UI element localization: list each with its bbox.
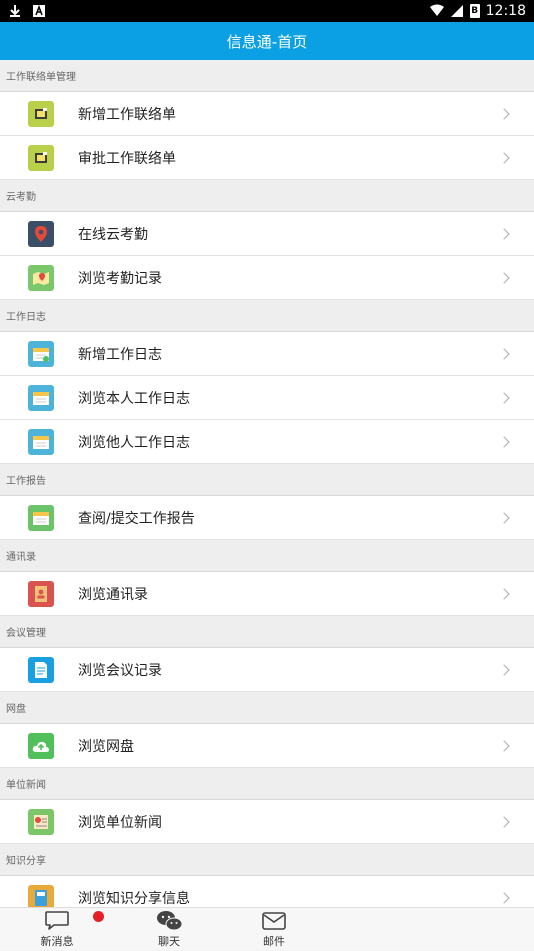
section-header: 知识分享: [0, 844, 534, 876]
section-header: 云考勤: [0, 180, 534, 212]
tab-label: 邮件: [263, 935, 285, 948]
tab-label: 新消息: [40, 935, 74, 948]
menu-item-label: 浏览单位新闻: [78, 814, 162, 831]
contacts-book-icon: [28, 580, 54, 607]
section-header: 工作日志: [0, 300, 534, 332]
wechat-icon: [157, 911, 183, 931]
menu-item[interactable]: 新增工作联络单: [0, 92, 534, 136]
menu-item[interactable]: 浏览本人工作日志: [0, 376, 534, 420]
menu-item[interactable]: 在线云考勤: [0, 212, 534, 256]
chevron-right-icon: [498, 815, 510, 828]
chevron-right-icon: [498, 891, 510, 904]
page-header: 信息通-首页: [0, 22, 534, 60]
chevron-right-icon: [498, 663, 510, 676]
new-message-badge: [93, 911, 104, 922]
page-title: 信息通-首页: [226, 32, 308, 51]
menu-item-label: 浏览会议记录: [78, 662, 162, 679]
menu-list: 工作联络单管理新增工作联络单 审批工作联络单云考勤在线云考勤浏览考勤记录工作日志新…: [0, 60, 534, 907]
menu-item[interactable]: 浏览单位新闻: [0, 800, 534, 844]
section-header: 工作报告: [0, 464, 534, 496]
menu-item[interactable]: 浏览网盘: [0, 724, 534, 768]
menu-item-label: 浏览考勤记录: [78, 270, 162, 287]
menu-item[interactable]: 浏览考勤记录: [0, 256, 534, 300]
chat-bubble-icon: [45, 911, 69, 930]
status-bar: B 12:18: [0, 0, 534, 22]
download-icon: [10, 5, 20, 17]
calendar-icon: [28, 384, 54, 411]
section-header: 网盘: [0, 692, 534, 724]
menu-item[interactable]: 浏览通讯录: [0, 572, 534, 616]
battery-icon: B: [469, 4, 480, 18]
chevron-right-icon: [498, 227, 510, 240]
menu-item[interactable]: 审批工作联络单: [0, 136, 534, 180]
tab-chat[interactable]: 聊天: [134, 910, 204, 951]
menu-item-label: 浏览网盘: [78, 738, 134, 755]
document-icon: [28, 656, 54, 683]
menu-item[interactable]: 浏览他人工作日志: [0, 420, 534, 464]
chevron-right-icon: [498, 511, 510, 524]
calendar-icon: [28, 428, 54, 455]
tab-new-messages[interactable]: 新消息: [22, 910, 92, 951]
chevron-right-icon: [498, 391, 510, 404]
section-header: 会议管理: [0, 616, 534, 648]
new-liaison-icon: [28, 100, 54, 127]
bottom-navigation: 新消息 聊天 邮件: [0, 907, 534, 950]
menu-item-label: 浏览本人工作日志: [78, 390, 190, 407]
menu-item[interactable]: 浏览会议记录: [0, 648, 534, 692]
menu-item-label: 在线云考勤: [78, 226, 148, 243]
menu-item-label: 审批工作联络单: [78, 150, 176, 167]
section-header: 通讯录: [0, 540, 534, 572]
menu-item-label: 浏览他人工作日志: [78, 434, 190, 451]
chevron-right-icon: [498, 435, 510, 448]
cloud-upload-icon: [28, 732, 54, 759]
menu-item-label: 浏览知识分享信息: [78, 890, 190, 907]
notification-a-icon: [33, 4, 45, 17]
menu-item-label: 浏览通讯录: [78, 586, 148, 603]
report-icon: [28, 504, 54, 531]
menu-item[interactable]: 查阅/提交工作报告: [0, 496, 534, 540]
section-header: 工作联络单管理: [0, 60, 534, 92]
menu-item[interactable]: 新增工作日志: [0, 332, 534, 376]
section-header: 单位新闻: [0, 768, 534, 800]
tab-label: 聊天: [158, 935, 180, 948]
calendar-add-icon: [28, 340, 54, 367]
menu-item-label: 查阅/提交工作报告: [78, 510, 195, 527]
map-icon: [28, 264, 54, 291]
menu-item-label: 新增工作日志: [78, 346, 162, 363]
menu-item-label: 新增工作联络单: [78, 106, 176, 123]
chevron-right-icon: [498, 739, 510, 752]
news-icon: [28, 808, 54, 835]
chevron-right-icon: [498, 347, 510, 360]
location-pin-icon: [28, 220, 54, 247]
signal-icon: [450, 5, 463, 17]
status-time: 12:18: [485, 3, 526, 19]
tab-mail[interactable]: 邮件: [239, 910, 309, 951]
menu-item[interactable]: 浏览知识分享信息: [0, 876, 534, 907]
mail-icon: [262, 912, 286, 930]
chevron-right-icon: [498, 587, 510, 600]
chevron-right-icon: [498, 271, 510, 284]
chevron-right-icon: [498, 151, 510, 164]
approve-liaison-icon: [28, 144, 54, 171]
wifi-icon: [429, 4, 444, 16]
chevron-right-icon: [498, 107, 510, 120]
book-icon: [28, 884, 54, 907]
